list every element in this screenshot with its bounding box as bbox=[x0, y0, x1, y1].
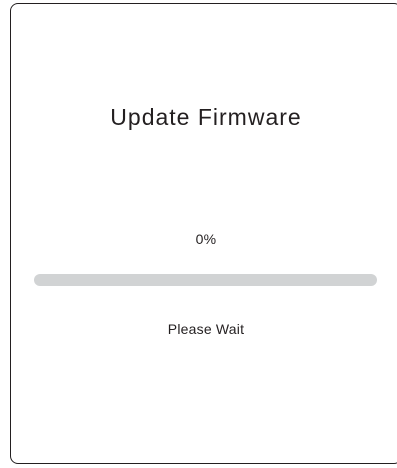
status-message: Please Wait bbox=[167, 321, 245, 337]
progress-percent-label: 0% bbox=[195, 231, 217, 247]
page-title: Update Firmware bbox=[110, 104, 302, 130]
progress-bar bbox=[34, 274, 377, 286]
firmware-update-screen: Update Firmware 0% Please Wait bbox=[10, 3, 397, 464]
